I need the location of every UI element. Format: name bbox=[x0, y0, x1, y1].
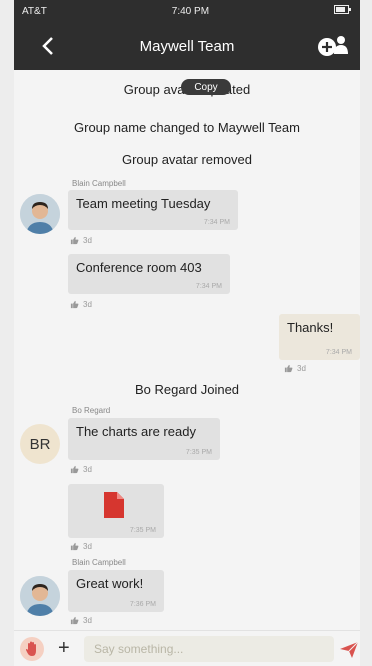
message-meta: 3d bbox=[70, 236, 92, 245]
avatar[interactable] bbox=[20, 576, 60, 616]
attachment-bubble[interactable]: 7:35 PM bbox=[68, 484, 164, 538]
right-strip bbox=[360, 0, 372, 666]
document-icon[interactable] bbox=[104, 492, 124, 518]
system-message-avatar-removed: Group avatar removed bbox=[121, 152, 253, 167]
system-message-name-changed: Group name changed to Maywell Team bbox=[74, 120, 300, 135]
avatar[interactable] bbox=[20, 194, 60, 234]
message-text: Thanks! bbox=[287, 320, 334, 335]
carrier-label: AT&T bbox=[22, 5, 47, 17]
message-bubble-outgoing[interactable]: Thanks! 7:34 PM bbox=[279, 314, 360, 360]
hand-icon[interactable] bbox=[20, 637, 44, 661]
message-bubble[interactable]: The charts are ready 7:35 PM bbox=[68, 418, 220, 460]
thumb-icon bbox=[70, 616, 79, 625]
copy-tooltip[interactable]: Copy bbox=[181, 79, 231, 95]
plus-icon[interactable]: + bbox=[58, 637, 70, 659]
message-meta: 3d bbox=[70, 300, 92, 309]
message-meta: 3d bbox=[70, 542, 92, 551]
thumb-icon bbox=[70, 300, 79, 309]
send-icon[interactable] bbox=[338, 639, 360, 661]
page-title: Maywell Team bbox=[139, 37, 235, 55]
message-bubble[interactable]: Team meeting Tuesday 7:34 PM bbox=[68, 190, 238, 230]
thumb-icon bbox=[70, 542, 79, 551]
back-icon[interactable] bbox=[36, 32, 60, 60]
message-text: Conference room 403 bbox=[76, 260, 202, 275]
message-text: Great work! bbox=[76, 576, 144, 591]
status-bar: AT&T 7:40 PM bbox=[14, 0, 360, 22]
battery-icon bbox=[333, 5, 352, 17]
avatar-initials: BR bbox=[29, 435, 51, 453]
left-strip bbox=[0, 0, 14, 666]
thumb-icon bbox=[70, 465, 79, 474]
avatar[interactable]: BR bbox=[20, 424, 60, 464]
message-time: 7:34 PM bbox=[325, 349, 352, 356]
thumb-icon bbox=[284, 364, 293, 373]
nav-bar: Maywell Team bbox=[14, 22, 360, 70]
sender-name: Bo Regard bbox=[72, 406, 111, 415]
message-time: 7:36 PM bbox=[129, 601, 156, 608]
message-input[interactable] bbox=[84, 636, 334, 662]
message-time: 7:34 PM bbox=[195, 283, 222, 290]
person-photo-icon bbox=[20, 576, 60, 616]
message-meta: 3d bbox=[70, 616, 92, 625]
thumb-icon bbox=[70, 236, 79, 245]
sender-name: Blain Campbell bbox=[72, 558, 126, 567]
message-bubble[interactable]: Great work! 7:36 PM bbox=[68, 570, 164, 612]
person-photo-icon bbox=[20, 194, 60, 234]
message-text: The charts are ready bbox=[76, 424, 196, 439]
message-time: 7:35 PM bbox=[185, 449, 212, 456]
message-meta: 3d bbox=[70, 465, 92, 474]
group-add-icon[interactable] bbox=[316, 30, 350, 62]
message-time: 7:34 PM bbox=[203, 219, 230, 226]
message-text: Team meeting Tuesday bbox=[76, 196, 211, 211]
message-bubble[interactable]: Conference room 403 7:34 PM bbox=[68, 254, 230, 294]
clock: 7:40 PM bbox=[171, 5, 210, 17]
sender-name: Blain Campbell bbox=[72, 179, 126, 188]
system-message-joined: Bo Regard Joined bbox=[134, 382, 240, 397]
message-meta: 3d bbox=[284, 364, 306, 373]
message-time: 7:35 PM bbox=[129, 527, 156, 534]
message-composer: + bbox=[14, 630, 360, 666]
